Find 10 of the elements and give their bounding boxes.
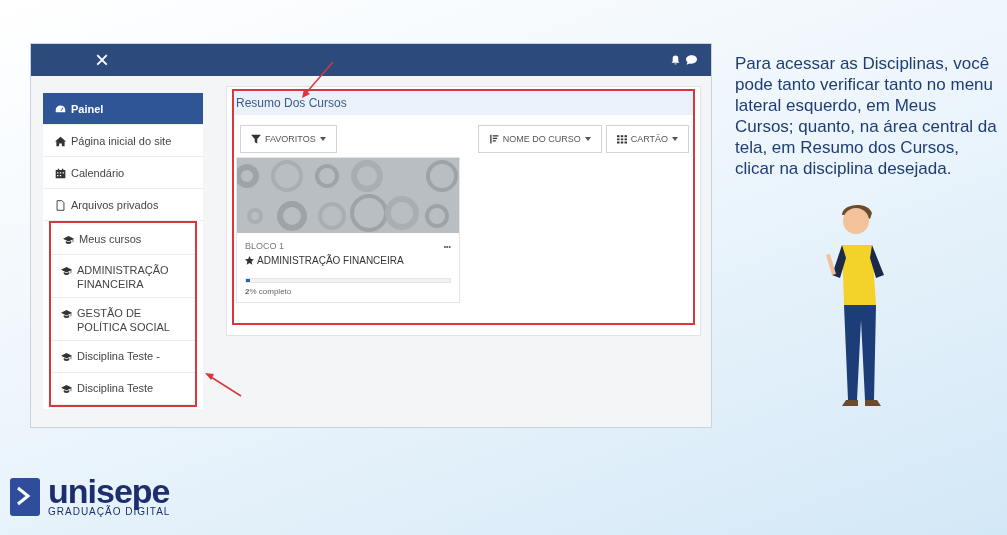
dropdown-button[interactable]: NOME DO CURSO bbox=[477, 125, 602, 153]
dropdown-button[interactable]: FAVORITOS bbox=[240, 125, 337, 153]
dropdown-button[interactable]: CARTÃO bbox=[605, 125, 689, 153]
course-title[interactable]: ADMINISTRAÇÃO FINANCEIRA bbox=[245, 255, 451, 266]
panel-title: Resumo Dos Cursos bbox=[234, 91, 693, 115]
course-category: BLOCO 1 bbox=[245, 241, 284, 251]
caption-text: Para acessar as Disciplinas, você pode tanto verificar tanto no menu lateral esquerdo, em Meus Cursos; quanto, na área central da tela, em Resumo dos Cursos, clicar na disciplina desejada. bbox=[735, 53, 997, 179]
sidebar-item[interactable]: Painel bbox=[43, 93, 203, 125]
progress-text: 2% completo bbox=[245, 287, 293, 296]
close-button[interactable]: × bbox=[95, 48, 109, 72]
